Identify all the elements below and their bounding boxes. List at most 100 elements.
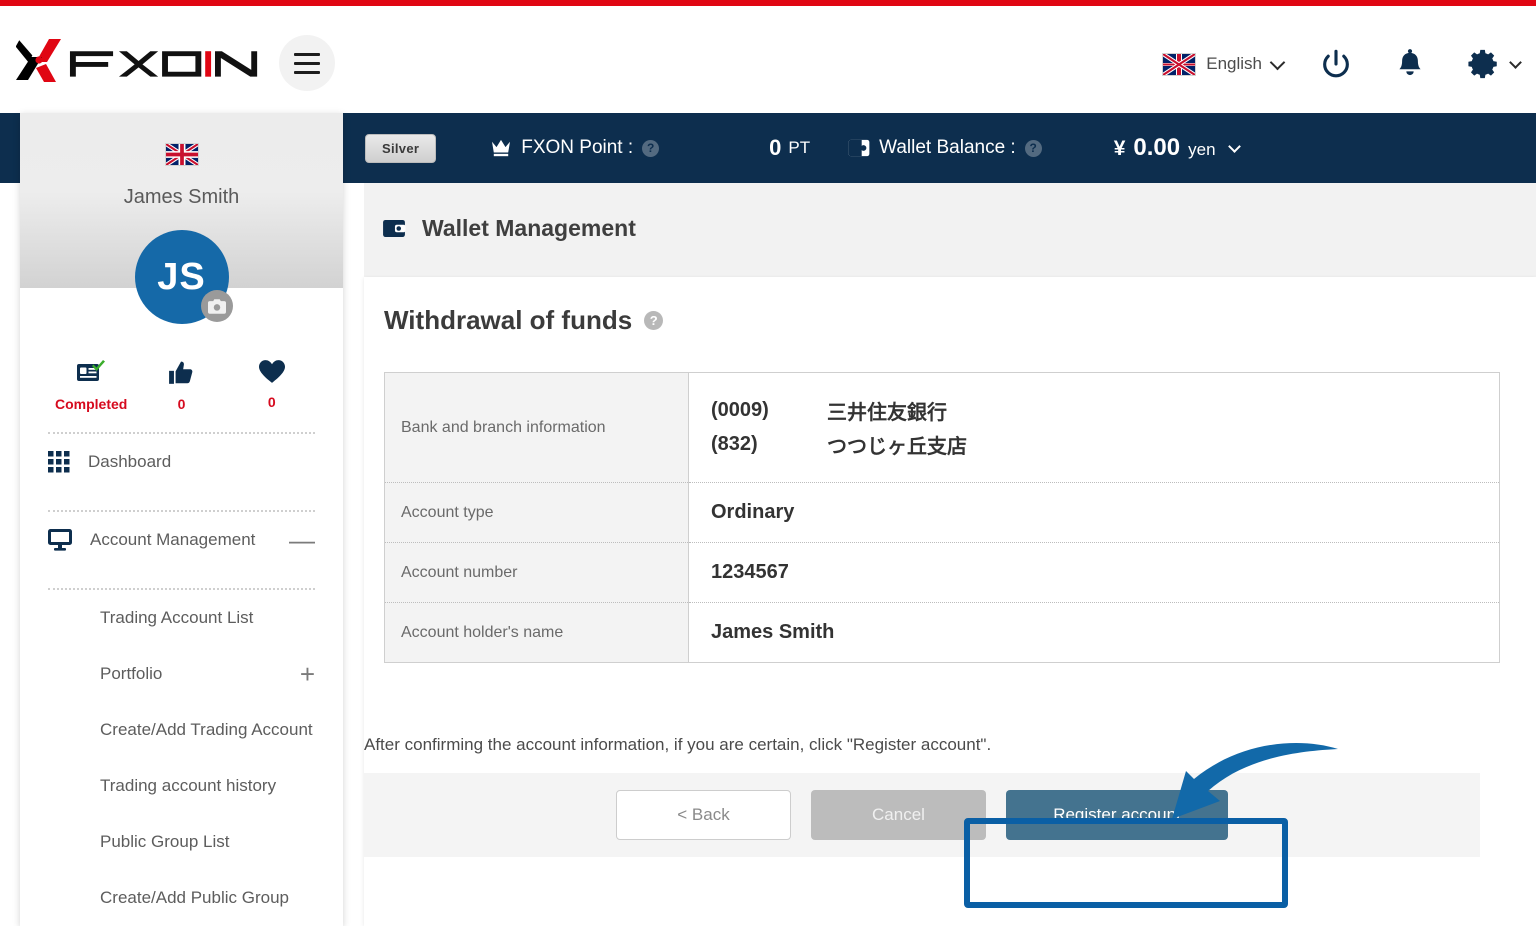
power-button[interactable] (1319, 47, 1353, 81)
wallet-balance-label: Wallet Balance : (879, 137, 1016, 158)
thumbs-up-icon (169, 361, 193, 384)
sidebar-item-create-add-trading-account[interactable]: Create/Add Trading Account (20, 702, 343, 758)
row-value: (0009) 三井住友銀行 (832) つつじヶ丘支店 (688, 372, 1500, 483)
fxon-point-label: FXON Point : (521, 137, 634, 158)
collapse-toggle-icon[interactable]: — (289, 527, 315, 553)
profile-user-name: James Smith (123, 186, 240, 208)
table-row: Account number 1234567 (384, 542, 1500, 603)
id-card-check-icon (77, 360, 106, 381)
cancel-button[interactable]: Cancel (811, 790, 986, 840)
chevron-down-icon (1269, 54, 1286, 70)
stat-verification[interactable]: Completed (46, 360, 136, 412)
hamburger-menu-button[interactable] (279, 35, 335, 91)
wallet-balance-group: Wallet Balance : ? (848, 137, 1042, 159)
table-row: Bank and branch information (0009) 三井住友銀… (384, 372, 1500, 483)
stat-favorites-label: 0 (267, 394, 276, 410)
stat-verification-label: Completed (54, 396, 128, 412)
row-label: Bank and branch information (384, 372, 689, 483)
stat-likes-label: 0 (177, 396, 186, 412)
sidebar-item-label: Account Management (90, 530, 256, 549)
main-content: Wallet Management Withdrawal of funds ? … (364, 183, 1536, 926)
sidebar-item-label: Create/Add Public Group (100, 888, 289, 907)
sidebar-item-label: Trading Account List (100, 608, 254, 627)
instruction-text: After confirming the account information… (364, 735, 992, 754)
branch-line: (832) つつじヶ丘支店 (711, 430, 1477, 459)
sidebar-item-dashboard[interactable]: Dashboard (20, 434, 343, 490)
row-label: Account number (384, 542, 689, 603)
chevron-down-icon (1227, 139, 1241, 153)
table-row: Account type Ordinary (384, 482, 1500, 543)
hamburger-icon-bar (294, 61, 320, 65)
wallet-balance-help-icon[interactable]: ? (1024, 139, 1042, 157)
avatar[interactable]: JS (134, 230, 233, 324)
register-account-button[interactable]: Register account (1006, 790, 1228, 840)
section-header: Withdrawal of funds ? (384, 305, 1516, 336)
crown-icon (492, 139, 511, 157)
row-value: James Smith (711, 621, 835, 643)
monitor-icon (48, 529, 72, 551)
fxon-point-unit: PT (788, 138, 811, 157)
sidebar-item-create-add-public-group[interactable]: Create/Add Public Group (20, 870, 343, 926)
sidebar-item-trading-account-list[interactable]: Trading Account List (20, 590, 343, 646)
sidebar: James Smith JS Completed 0 0 Dashboard A… (20, 113, 343, 926)
branch-name: つつじヶ丘支店 (827, 436, 967, 458)
action-bar: < Back Cancel Register account (364, 773, 1480, 857)
wallet-icon (383, 219, 406, 238)
uk-flag-icon (164, 143, 199, 166)
sidebar-item-public-group-list[interactable]: Public Group List (20, 814, 343, 870)
table-row: Account holder's name James Smith (384, 602, 1500, 663)
balance-unit: yen (1188, 140, 1216, 159)
app-header: English (0, 6, 1536, 113)
bank-name: 三井住友銀行 (827, 402, 947, 424)
camera-icon[interactable] (200, 290, 233, 322)
sidebar-item-portfolio[interactable]: Portfolio + (20, 646, 343, 702)
hamburger-icon-bar (294, 52, 320, 56)
language-label: English (1206, 54, 1262, 73)
stat-likes[interactable]: 0 (136, 360, 226, 412)
fxon-logo[interactable] (16, 36, 264, 86)
fxon-logo-wordmark (69, 51, 258, 77)
uk-flag-icon (1162, 52, 1197, 76)
section-title: Withdrawal of funds (384, 305, 633, 335)
grid-icon (48, 451, 70, 473)
row-value: Ordinary (688, 482, 1500, 543)
row-label: Account type (384, 482, 689, 543)
fxon-logo-mark (16, 39, 61, 82)
page-title: Wallet Management (422, 215, 636, 241)
notifications-button[interactable] (1395, 48, 1425, 80)
sidebar-item-label: Dashboard (88, 452, 172, 471)
fxon-point-help-icon[interactable]: ? (642, 139, 660, 157)
bank-line: (0009) 三井住友銀行 (711, 396, 1477, 425)
avatar-initials: JS (157, 255, 206, 298)
back-button[interactable]: < Back (616, 790, 791, 840)
withdrawal-card: Withdrawal of funds ? Bank and branch in… (364, 277, 1536, 926)
profile-stats: Completed 0 0 (20, 360, 343, 412)
settings-button[interactable] (1467, 47, 1522, 81)
heart-icon (258, 360, 285, 383)
section-help-icon[interactable]: ? (644, 311, 664, 330)
bank-code: (0009) (711, 399, 769, 421)
sidebar-item-trading-account-history[interactable]: Trading account history (20, 758, 343, 814)
sidebar-item-label: Portfolio (100, 664, 163, 683)
balance-value: 0.00 (1133, 134, 1181, 161)
tier-badge[interactable]: Silver (365, 133, 437, 163)
expand-toggle-icon[interactable]: + (300, 661, 315, 687)
sidebar-item-account-management[interactable]: Account Management — (20, 512, 343, 568)
chevron-down-icon (1509, 55, 1522, 69)
wallet-icon (848, 139, 870, 157)
fxon-point-group: FXON Point : ? (490, 137, 660, 159)
hamburger-icon-bar (294, 70, 320, 74)
page-header: Wallet Management (364, 183, 1536, 242)
fxon-point-value: 0 (769, 135, 782, 160)
sidebar-item-label: Public Group List (100, 832, 230, 851)
branch-code: (832) (711, 433, 758, 455)
balance-amount-group[interactable]: ¥ 0.00 yen (1113, 134, 1241, 162)
row-label: Account holder's name (384, 602, 689, 663)
sidebar-item-label: Create/Add Trading Account (100, 720, 313, 739)
row-value: 1234567 (688, 542, 1500, 603)
currency-symbol: ¥ (1113, 137, 1126, 160)
sidebar-item-label: Trading account history (100, 776, 277, 795)
language-selector[interactable]: English (1162, 52, 1286, 76)
stat-favorites[interactable]: 0 (227, 360, 317, 412)
header-actions: English (1162, 36, 1522, 92)
